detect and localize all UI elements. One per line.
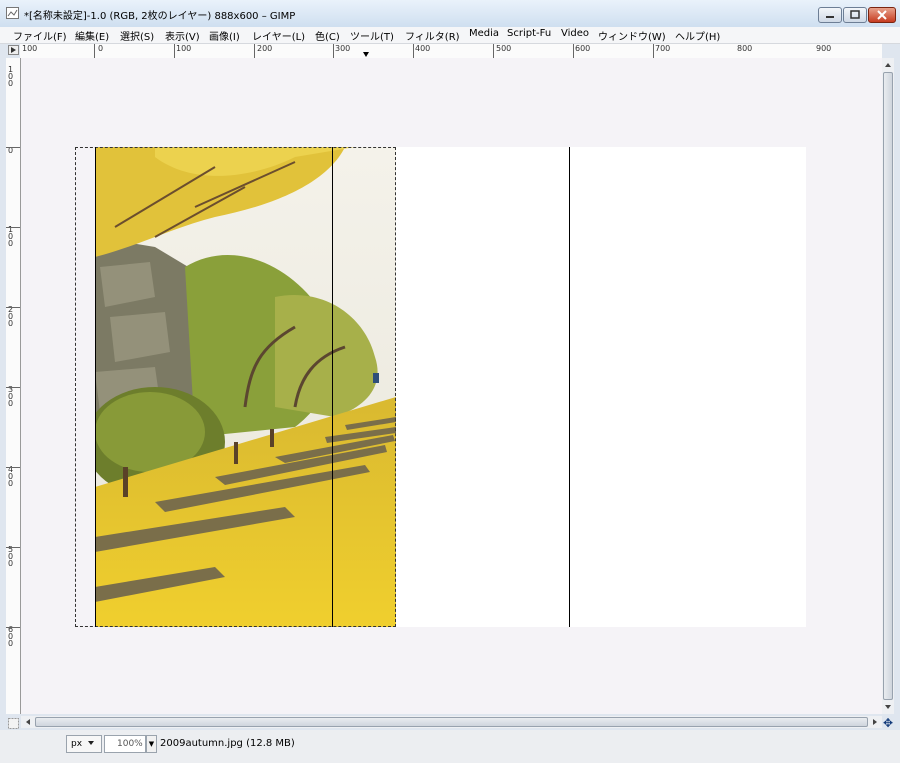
menu-image[interactable]: 画像(I): [209, 28, 240, 43]
vruler-label: 400: [8, 465, 14, 488]
ruler-tick: [573, 44, 574, 58]
hruler-label: 0: [98, 44, 104, 53]
hruler-label: 700: [655, 44, 671, 53]
vruler-label: 500: [8, 545, 14, 568]
zoom-image-toggle-icon[interactable]: [8, 718, 19, 729]
navigate-icon[interactable]: ✥: [883, 717, 895, 729]
menu-windows[interactable]: ウィンドウ(W): [598, 28, 666, 43]
scroll-down-icon[interactable]: [884, 703, 892, 711]
scroll-up-icon[interactable]: [884, 61, 892, 69]
ruler-tick: [6, 227, 20, 228]
menu-edit[interactable]: 編集(E): [75, 28, 109, 43]
maximize-icon: [850, 10, 860, 19]
scroll-right-icon[interactable]: [871, 718, 879, 726]
vertical-guide[interactable]: [332, 147, 333, 627]
zoom-input[interactable]: 100%: [104, 735, 146, 753]
unit-value: px: [71, 739, 83, 749]
horizontal-scroll-thumb[interactable]: [35, 717, 868, 727]
menu-select[interactable]: 選択(S): [120, 28, 154, 43]
title-bar[interactable]: *[名称未設定]-1.0 (RGB, 2枚のレイヤー) 888x600 – GI…: [0, 0, 900, 27]
vruler-label: 300: [8, 385, 14, 408]
vruler-label: 100: [8, 225, 14, 248]
menu-tools[interactable]: ツール(T): [350, 28, 394, 43]
menu-filters[interactable]: フィルタ(R): [405, 28, 460, 43]
horizontal-ruler[interactable]: 100 0 100 200 300 400 500 600 700 800 90…: [20, 44, 882, 59]
ruler-tick: [6, 627, 20, 628]
ruler-tick: [6, 387, 20, 388]
maximize-button[interactable]: [843, 7, 867, 23]
quick-mask-menu-button[interactable]: [8, 45, 19, 55]
close-icon: [877, 10, 887, 20]
active-layer-boundary: [75, 147, 396, 627]
vertical-scroll-thumb[interactable]: [883, 72, 893, 700]
menu-layer[interactable]: レイヤー(L): [252, 28, 305, 43]
image-canvas[interactable]: [21, 58, 882, 714]
hruler-label: 800: [737, 44, 753, 53]
ruler-tick: [6, 147, 20, 148]
vertical-ruler[interactable]: 100 0 100 200 300 400 500 600: [6, 58, 21, 714]
chevron-down-icon: [87, 741, 94, 745]
menu-media[interactable]: Media: [469, 28, 499, 39]
hruler-label: 500: [496, 44, 512, 53]
hruler-label: 900: [816, 44, 832, 53]
minimize-icon: [826, 16, 834, 18]
ruler-tick: [94, 44, 95, 58]
ruler-tick: [493, 44, 494, 58]
horizontal-scrollbar[interactable]: [21, 716, 882, 728]
minimize-button[interactable]: [818, 7, 842, 23]
zoom-dropdown-button[interactable]: ▼: [146, 735, 157, 753]
menu-view[interactable]: 表示(V): [165, 28, 200, 43]
ruler-tick: [6, 307, 20, 308]
hruler-label: 600: [575, 44, 591, 53]
vertical-guide[interactable]: [95, 147, 96, 627]
vruler-label: 600: [8, 625, 14, 648]
status-message: 2009autumn.jpg (12.8 MB): [160, 738, 295, 749]
triangle-right-icon: [11, 47, 16, 53]
ruler-tick: [333, 44, 334, 58]
ruler-tick: [413, 44, 414, 58]
ruler-tick: [6, 467, 20, 468]
menu-help[interactable]: ヘルプ(H): [675, 28, 720, 43]
vruler-label: 100: [8, 65, 14, 88]
menu-video[interactable]: Video: [561, 28, 589, 39]
ruler-tick: [653, 44, 654, 58]
menu-script-fu[interactable]: Script-Fu: [507, 28, 551, 39]
hruler-label: 300: [335, 44, 351, 53]
close-button[interactable]: [868, 7, 896, 23]
vertical-scrollbar[interactable]: [882, 58, 894, 714]
gimp-app-icon: [6, 7, 19, 19]
gimp-window: *[名称未設定]-1.0 (RGB, 2枚のレイヤー) 888x600 – GI…: [0, 0, 900, 763]
menu-bar: ファイル(F) 編集(E) 選択(S) 表示(V) 画像(I) レイヤー(L) …: [0, 27, 900, 44]
hruler-label: 400: [415, 44, 431, 53]
ruler-tick: [6, 547, 20, 548]
hruler-label: 200: [257, 44, 273, 53]
ruler-tick: [174, 44, 175, 58]
hruler-label: 100: [22, 44, 38, 53]
hruler-label: 100: [176, 44, 192, 53]
ruler-tick: [254, 44, 255, 58]
scroll-left-icon[interactable]: [24, 718, 32, 726]
unit-select[interactable]: px: [66, 735, 102, 753]
menu-color[interactable]: 色(C): [315, 28, 340, 43]
zoom-value: 100%: [117, 739, 143, 749]
menu-file[interactable]: ファイル(F): [13, 28, 67, 43]
window-title: *[名称未設定]-1.0 (RGB, 2枚のレイヤー) 888x600 – GI…: [24, 11, 296, 22]
vruler-label: 200: [8, 305, 14, 328]
vertical-guide[interactable]: [569, 147, 570, 627]
